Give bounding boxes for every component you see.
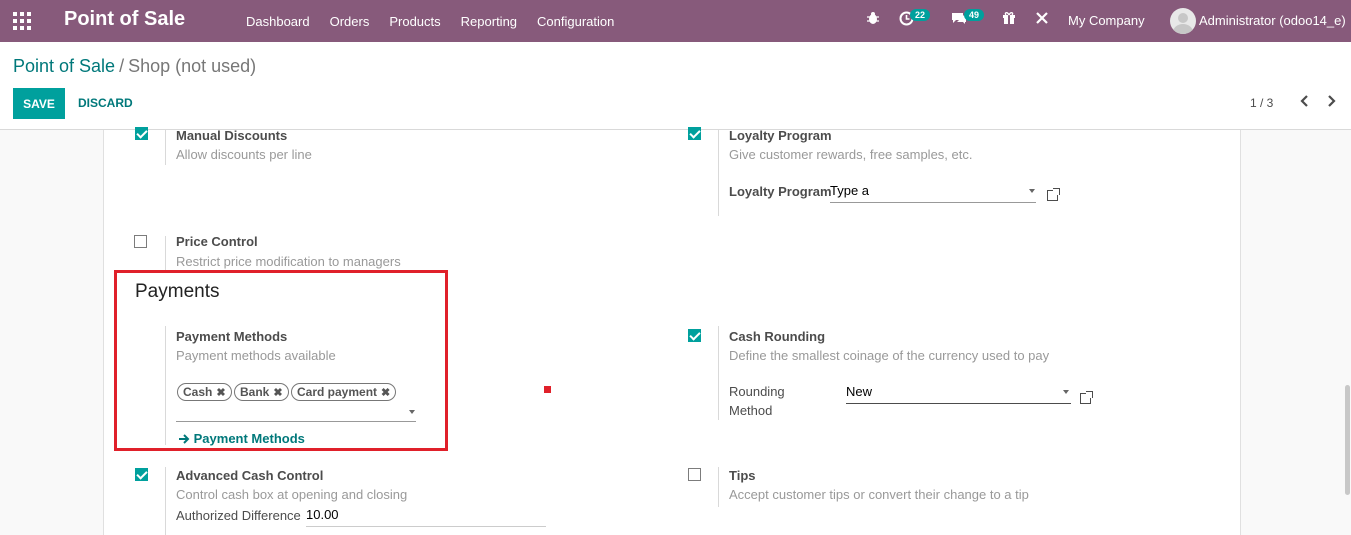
annotation-marker	[544, 386, 551, 393]
breadcrumb-separator: /	[119, 56, 125, 76]
menu-products[interactable]: Products	[379, 14, 450, 29]
chevron-left-icon[interactable]	[1299, 94, 1309, 112]
app-title[interactable]: Point of Sale	[64, 8, 185, 31]
tips-title: Tips	[729, 468, 756, 483]
loyalty-program-checkbox[interactable]	[688, 127, 701, 140]
pager-value[interactable]: 1 / 3	[1250, 96, 1273, 110]
advanced-cash-control-checkbox[interactable]	[135, 468, 148, 481]
save-button[interactable]: SAVE	[13, 88, 65, 119]
divider	[718, 467, 719, 507]
apps-menu-icon[interactable]	[12, 11, 32, 31]
dropdown-caret-icon[interactable]	[1063, 390, 1069, 394]
loyalty-program-field-label: Loyalty Program	[729, 184, 832, 199]
external-link-icon[interactable]	[1047, 188, 1060, 201]
top-navbar: Point of Sale Dashboard Orders Products …	[0, 0, 1351, 42]
tips-desc: Accept customer tips or convert their ch…	[729, 487, 1029, 502]
authorized-difference-label: Authorized Difference	[176, 508, 301, 523]
loyalty-program-title: Loyalty Program	[729, 128, 832, 143]
tools-icon[interactable]	[1035, 11, 1049, 28]
divider	[718, 130, 719, 216]
cash-rounding-title: Cash Rounding	[729, 329, 826, 344]
vertical-scrollbar[interactable]	[1345, 385, 1350, 495]
user-menu[interactable]: Administrator (odoo14_e)	[1199, 13, 1346, 28]
control-panel: Point of Sale / Shop (not used) SAVE DISCA…	[0, 42, 1351, 130]
manual-discounts-checkbox[interactable]	[135, 127, 148, 140]
rounding-method-label-line1: Rounding	[729, 384, 785, 399]
advanced-cash-control-desc: Control cash box at opening and closing	[176, 487, 408, 502]
manual-discounts-desc: Allow discounts per line	[176, 147, 312, 162]
advanced-cash-control-title: Advanced Cash Control	[176, 468, 324, 483]
divider	[165, 236, 166, 270]
price-control-desc: Restrict price modification to managers	[176, 254, 401, 269]
breadcrumb-parent[interactable]: Point of Sale	[13, 56, 115, 76]
authorized-difference-value: 10.00	[306, 507, 339, 522]
manual-discounts-title: Manual Discounts	[176, 128, 288, 143]
divider	[165, 467, 166, 535]
message-count-badge: 49	[964, 9, 985, 21]
authorized-difference-input[interactable]: 10.00	[306, 507, 546, 527]
gift-icon[interactable]	[1002, 11, 1016, 28]
cash-rounding-desc: Define the smallest coinage of the curre…	[729, 348, 1050, 363]
dropdown-caret-icon[interactable]	[1029, 189, 1035, 193]
price-control-checkbox[interactable]	[134, 235, 147, 248]
menu-reporting[interactable]: Reporting	[451, 14, 527, 29]
loyalty-program-desc: Give customer rewards, free samples, etc…	[729, 147, 973, 162]
menu-configuration[interactable]: Configuration	[527, 14, 624, 29]
loyalty-program-select[interactable]: Type a	[830, 183, 1036, 203]
main-menu: Dashboard Orders Products Reporting Conf…	[236, 0, 624, 42]
cash-rounding-checkbox[interactable]	[688, 329, 701, 342]
rounding-method-label: Rounding Method	[729, 382, 785, 420]
menu-orders[interactable]: Orders	[320, 14, 380, 29]
price-control-title: Price Control	[176, 234, 258, 249]
divider	[165, 130, 166, 165]
rounding-method-label-line2: Method	[729, 403, 773, 418]
loyalty-program-value: Type a	[830, 183, 870, 198]
rounding-method-select[interactable]: New	[846, 384, 1071, 404]
menu-dashboard[interactable]: Dashboard	[236, 14, 320, 29]
breadcrumb-current: Shop (not used)	[128, 56, 257, 76]
bug-icon[interactable]	[866, 11, 880, 28]
company-switcher[interactable]: My Company	[1068, 13, 1145, 28]
user-avatar[interactable]	[1170, 8, 1196, 34]
chevron-right-icon[interactable]	[1327, 94, 1337, 112]
activity-count-badge: 22	[910, 9, 931, 21]
discard-button[interactable]: DISCARD	[78, 96, 133, 110]
divider	[718, 326, 719, 420]
tips-checkbox[interactable]	[688, 468, 701, 481]
rounding-method-value: New	[846, 384, 873, 399]
highlight-box	[114, 270, 448, 451]
breadcrumb: Point of Sale / Shop (not used)	[13, 56, 256, 77]
external-link-icon[interactable]	[1080, 391, 1093, 404]
